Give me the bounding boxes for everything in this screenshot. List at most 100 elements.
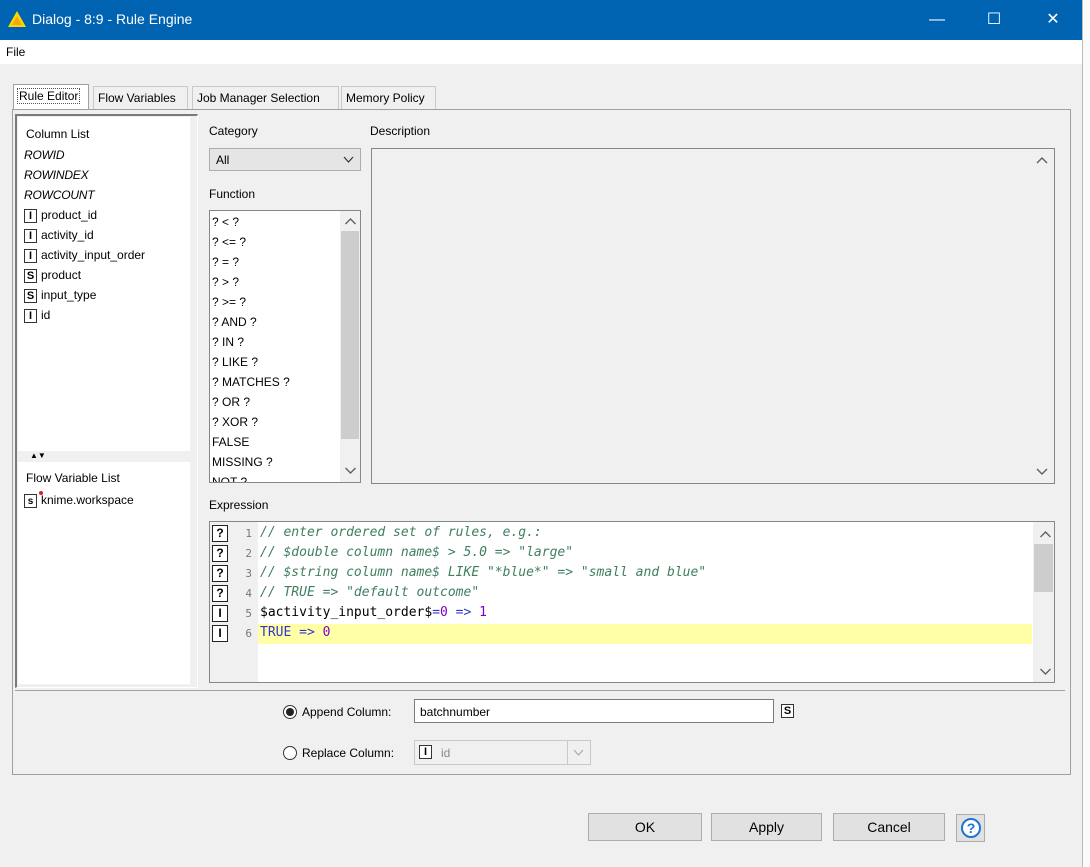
category-label: Category — [209, 124, 258, 138]
rule-warning-icon: ? — [212, 525, 228, 542]
integer-type-icon: I — [419, 745, 432, 759]
scrollbar-thumb[interactable] — [341, 231, 359, 439]
function-item[interactable]: ? AND ? — [212, 312, 257, 332]
expression-label: Expression — [209, 498, 269, 512]
flow-variable-list: Flow Variable List s knime.workspace — [18, 462, 190, 684]
scroll-down-icon[interactable] — [1036, 468, 1048, 476]
line-number: 2 — [245, 547, 252, 560]
string-type-icon: S — [24, 268, 37, 283]
integer-type-icon: I — [24, 208, 37, 223]
column-item-rowid[interactable]: ROWID — [24, 145, 65, 165]
chevron-down-icon — [573, 749, 584, 756]
function-item[interactable]: ? LIKE ? — [212, 352, 258, 372]
code-line: // $double column name$ > 5.0 => "large" — [260, 545, 574, 560]
column-list-title: Column List — [26, 127, 90, 141]
function-item[interactable]: FALSE — [212, 432, 249, 452]
column-item[interactable]: Sproduct — [24, 265, 81, 285]
minimize-icon[interactable]: — — [914, 0, 960, 40]
tab-memory-policy[interactable]: Memory Policy — [341, 86, 436, 109]
function-item[interactable]: ? <= ? — [212, 232, 246, 252]
editor-scrollbar[interactable] — [1033, 522, 1054, 682]
column-item[interactable]: Iactivity_input_order — [24, 245, 145, 265]
line-number: 5 — [245, 607, 252, 620]
knime-logo-icon — [8, 11, 26, 27]
scroll-up-icon[interactable] — [342, 217, 359, 225]
chevron-down-icon — [343, 156, 354, 163]
function-item[interactable]: ? IN ? — [212, 332, 244, 352]
function-item[interactable]: ? MATCHES ? — [212, 372, 290, 392]
code-line: // enter ordered set of rules, e.g.: — [260, 525, 542, 540]
description-label: Description — [370, 124, 431, 138]
integer-result-icon: I — [212, 625, 228, 642]
line-number: 6 — [245, 627, 252, 640]
integer-type-icon: I — [24, 308, 37, 323]
code-line: // $string column name$ LIKE "*blue*" =>… — [260, 565, 707, 580]
column-list: Column List ROWID ROWINDEX ROWCOUNT Ipro… — [18, 117, 190, 451]
tab-rule-editor[interactable]: Rule Editor — [13, 84, 89, 110]
menu-file[interactable]: File — [6, 45, 25, 59]
window-edge — [1082, 0, 1090, 867]
column-item-rowindex[interactable]: ROWINDEX — [24, 165, 89, 185]
function-item[interactable]: ? OR ? — [212, 392, 250, 412]
tab-job-manager-selection[interactable]: Job Manager Selection — [192, 86, 339, 109]
replace-column-select[interactable]: I id — [414, 740, 591, 765]
string-type-icon: S — [24, 288, 37, 303]
rule-warning-icon: ? — [212, 585, 228, 602]
replace-column-radio[interactable] — [283, 746, 297, 760]
cancel-button[interactable]: Cancel — [833, 813, 945, 841]
column-item[interactable]: Iactivity_id — [24, 225, 94, 245]
function-item[interactable]: NOT ? — [212, 472, 247, 482]
function-item[interactable]: ? XOR ? — [212, 412, 258, 432]
function-item[interactable]: ? > ? — [212, 272, 239, 292]
current-line-highlight — [258, 624, 1032, 644]
function-scrollbar[interactable] — [340, 211, 360, 482]
help-icon: ? — [961, 818, 981, 838]
line-number: 4 — [245, 587, 252, 600]
menu-bar: File — [0, 40, 1082, 64]
column-item[interactable]: Iid — [24, 305, 50, 325]
column-item[interactable]: Iproduct_id — [24, 205, 97, 225]
function-item[interactable]: ? >= ? — [212, 292, 246, 312]
integer-result-icon: I — [212, 605, 228, 622]
function-list: ? < ? ? <= ? ? = ? ? > ? ? >= ? ? AND ? … — [209, 210, 361, 483]
append-column-input[interactable]: batchnumber — [414, 699, 774, 723]
divider — [567, 741, 568, 764]
function-item[interactable]: MISSING ? — [212, 452, 273, 472]
code-line: TRUE => 0 — [260, 625, 331, 640]
category-select[interactable]: All — [209, 148, 361, 171]
tab-flow-variables[interactable]: Flow Variables — [93, 86, 188, 109]
window-title: Dialog - 8:9 - Rule Engine — [32, 11, 193, 27]
flow-variable-list-title: Flow Variable List — [26, 471, 120, 485]
integer-type-icon: I — [24, 248, 37, 263]
append-column-label: Append Column: — [302, 705, 392, 719]
scroll-up-icon[interactable] — [1037, 530, 1054, 538]
close-icon[interactable]: ✕ — [1030, 0, 1076, 40]
scroll-down-icon[interactable] — [1037, 668, 1054, 676]
column-item-rowcount[interactable]: ROWCOUNT — [24, 185, 95, 205]
rule-warning-icon: ? — [212, 545, 228, 562]
function-label: Function — [209, 187, 256, 201]
divider — [15, 690, 1065, 691]
expression-editor[interactable]: ? ? ? ? I I 1 2 3 4 5 6 // enter ordered… — [209, 521, 1055, 683]
code-line: // TRUE => "default outcome" — [260, 585, 480, 600]
function-item[interactable]: ? = ? — [212, 252, 239, 272]
ok-button[interactable]: OK — [588, 813, 702, 841]
integer-type-icon: I — [24, 228, 37, 243]
apply-button[interactable]: Apply — [711, 813, 822, 841]
description-area — [371, 148, 1055, 484]
rule-warning-icon: ? — [212, 565, 228, 582]
column-item[interactable]: Sinput_type — [24, 285, 96, 305]
scroll-down-icon[interactable] — [342, 467, 359, 475]
string-type-icon: S — [781, 704, 794, 718]
splitter-handle[interactable]: ▲▼ — [18, 451, 190, 460]
maximize-icon[interactable]: ☐ — [971, 0, 1017, 40]
replace-column-label: Replace Column: — [302, 746, 395, 760]
line-number: 1 — [245, 527, 252, 540]
scroll-up-icon[interactable] — [1036, 156, 1048, 164]
flow-variable-dot-icon — [39, 491, 43, 495]
help-button[interactable]: ? — [956, 814, 985, 842]
scrollbar-thumb[interactable] — [1034, 544, 1053, 592]
append-column-radio[interactable] — [283, 705, 297, 719]
function-item[interactable]: ? < ? — [212, 212, 239, 232]
title-bar: Dialog - 8:9 - Rule Engine — ☐ ✕ — [0, 0, 1082, 40]
